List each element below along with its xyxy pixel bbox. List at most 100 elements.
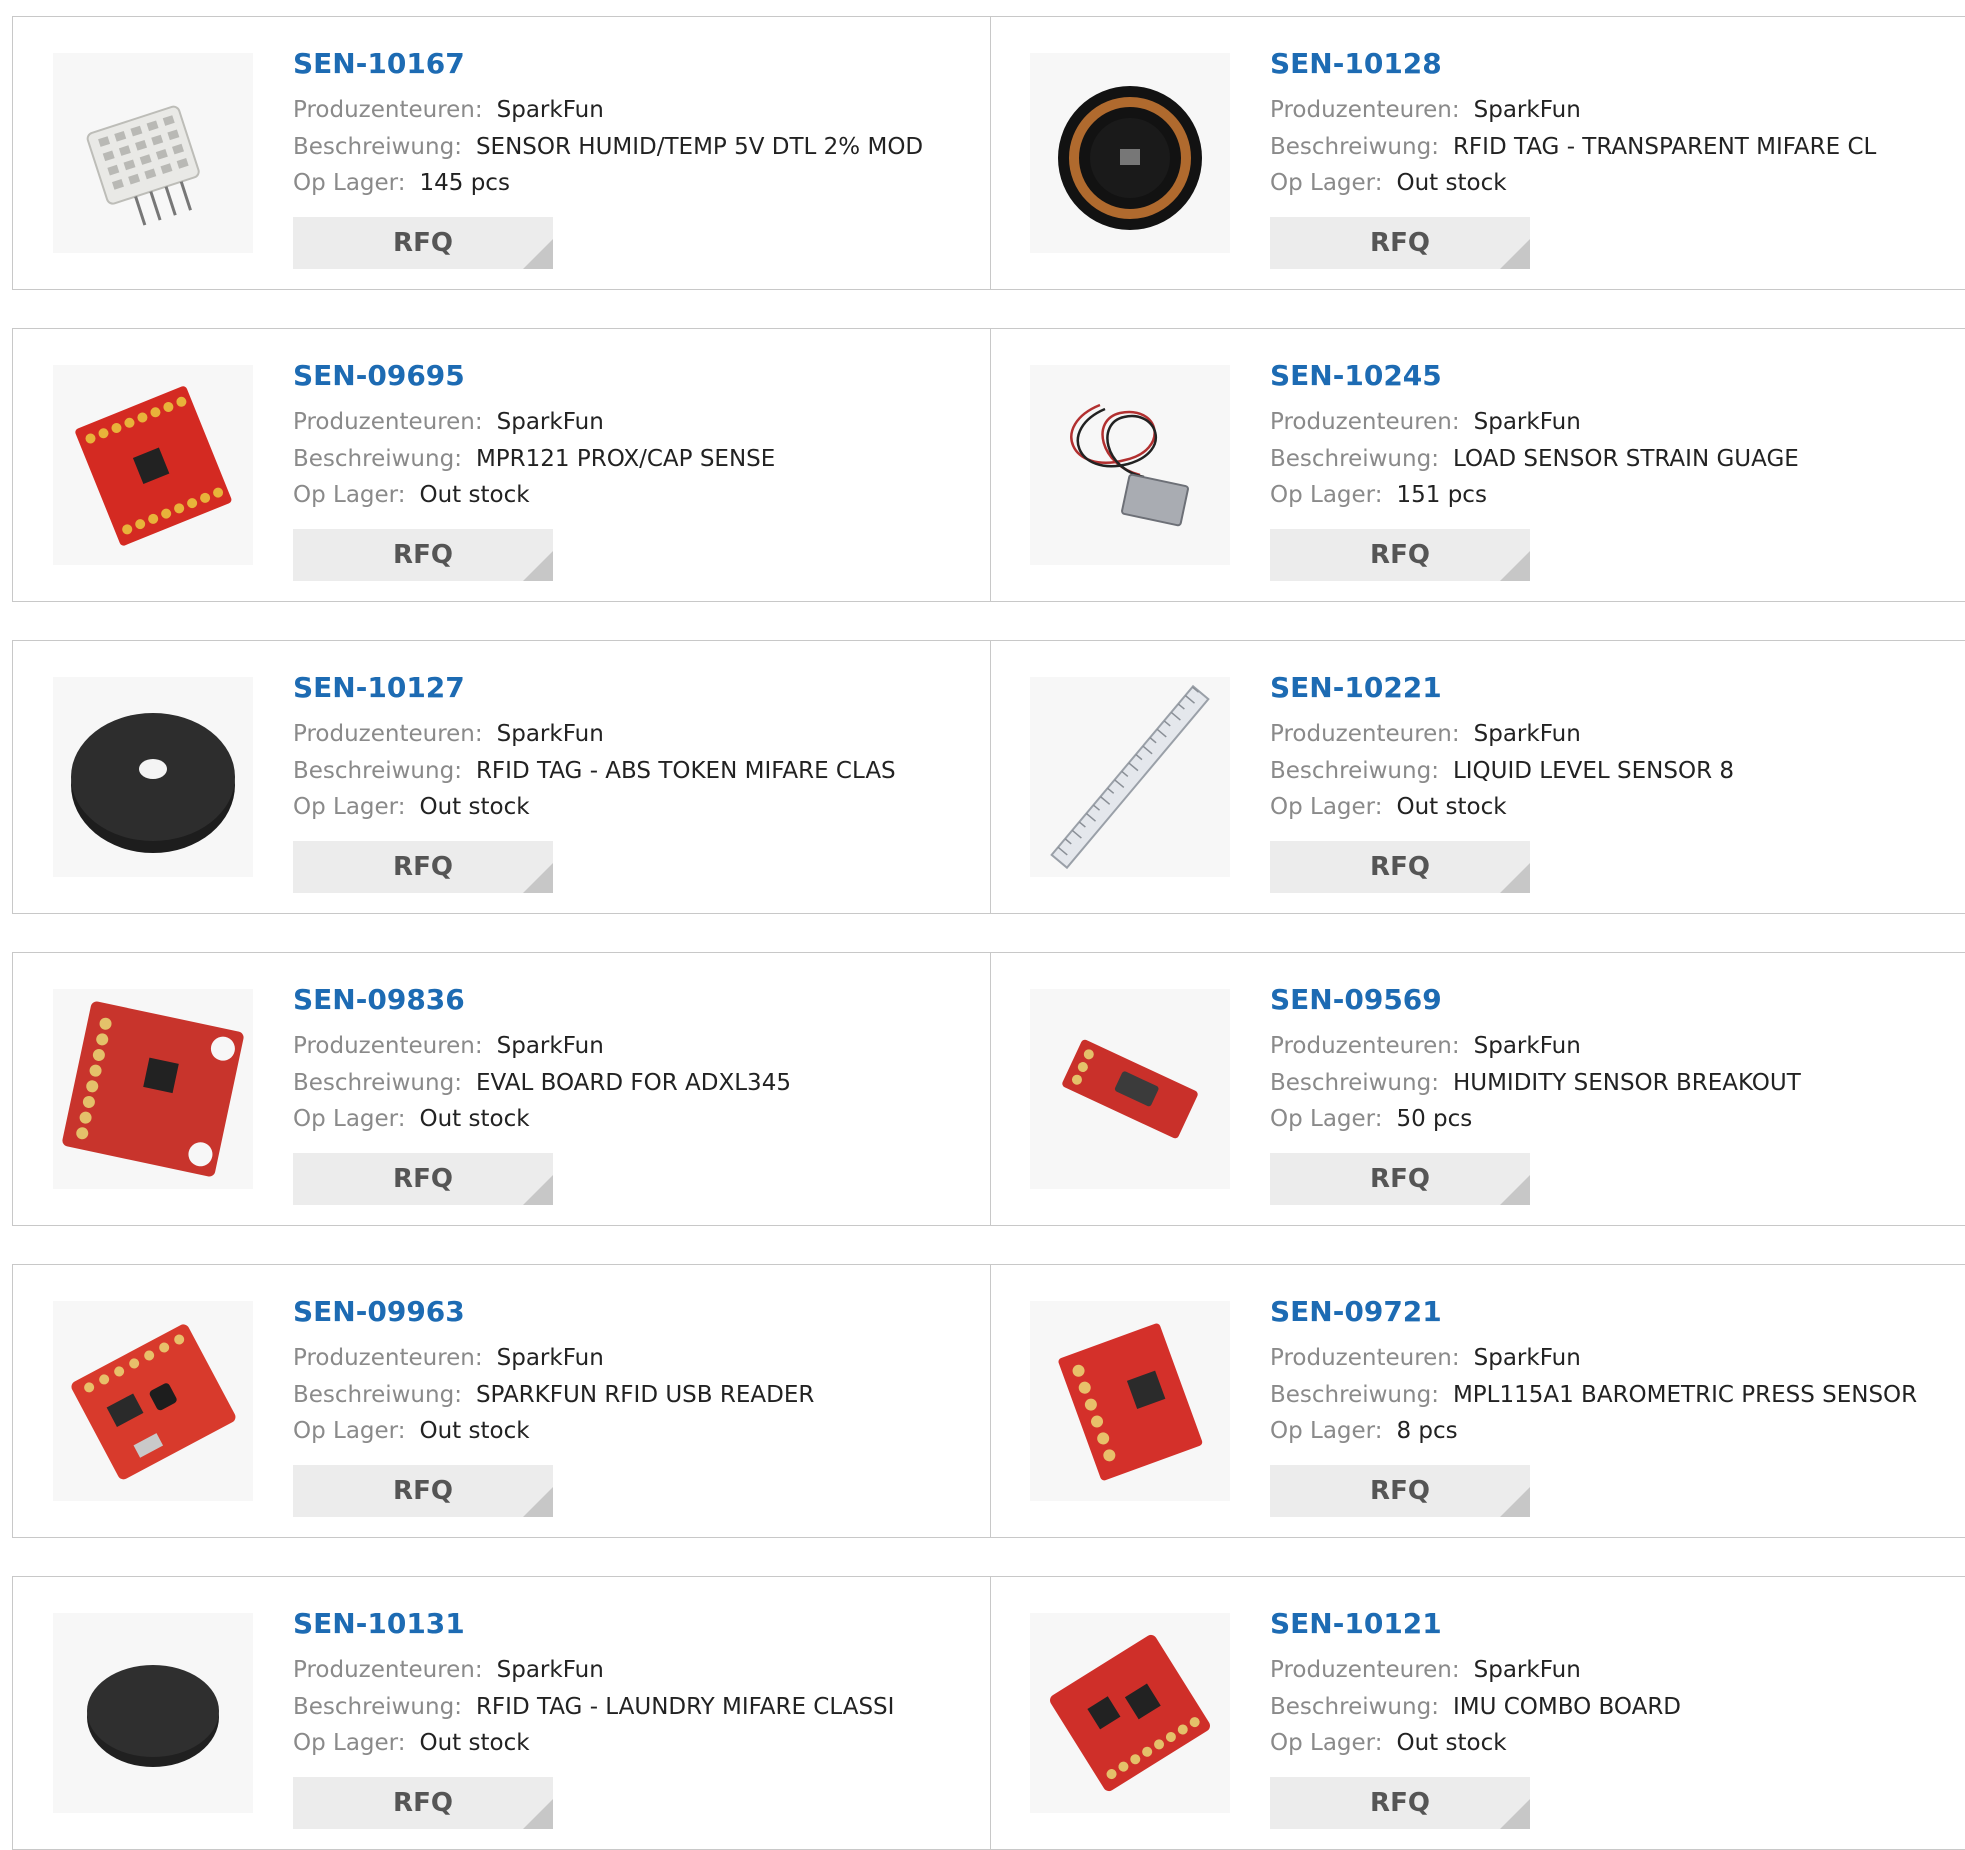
product-row: SEN-10127 Produzenteuren: SparkFun Beschr… [12, 640, 1965, 914]
product-image[interactable] [53, 989, 253, 1189]
product-image[interactable] [53, 1613, 253, 1813]
rfq-button[interactable]: RFQ [1270, 1777, 1530, 1829]
description-value: RFID TAG - TRANSPARENT MIFARE CL [1452, 134, 1877, 160]
manufacturer-row: Produzenteuren: SparkFun [293, 721, 604, 747]
rfid-laundry-tag-icon [87, 1665, 219, 1767]
imu-board-icon [1050, 1634, 1210, 1792]
description-label: Beschreiwung: [293, 134, 462, 160]
description-row: Beschreiwung: MPR121 PROX/CAP SENSE [293, 446, 775, 472]
manufacturer-label: Produzenteuren: [1270, 1657, 1460, 1683]
stock-value: 151 pcs [1396, 482, 1487, 508]
rfq-button[interactable]: RFQ [1270, 1153, 1530, 1205]
manufacturer-row: Produzenteuren: SparkFun [293, 1345, 604, 1371]
product-card: SEN-10131 Produzenteuren: SparkFun Beschr… [13, 1577, 991, 1849]
rfq-button[interactable]: RFQ [293, 841, 553, 893]
manufacturer-row: Produzenteuren: SparkFun [1270, 1657, 1581, 1683]
product-card: SEN-10127 Produzenteuren: SparkFun Beschr… [13, 641, 991, 913]
stock-label: Op Lager: [293, 1418, 406, 1444]
part-number-link[interactable]: SEN-10128 [1270, 47, 1442, 80]
rfq-button[interactable]: RFQ [293, 1777, 553, 1829]
description-value: SENSOR HUMID/TEMP 5V DTL 2% MOD [475, 134, 924, 160]
rfq-button[interactable]: RFQ [293, 1153, 553, 1205]
stock-label: Op Lager: [1270, 1106, 1383, 1132]
product-row: SEN-09963 Produzenteuren: SparkFun Beschr… [12, 1264, 1965, 1538]
description-label: Beschreiwung: [293, 1382, 462, 1408]
rfid-usb-reader-icon [71, 1324, 236, 1480]
stock-row: Op Lager: Out stock [293, 1730, 530, 1756]
part-number-link[interactable]: SEN-09836 [293, 983, 465, 1016]
manufacturer-value: SparkFun [496, 1657, 604, 1683]
product-image[interactable] [53, 365, 253, 565]
product-card: SEN-10221 Produzenteuren: SparkFun Beschr… [990, 641, 1965, 913]
product-image[interactable] [1030, 1613, 1230, 1813]
manufacturer-row: Produzenteuren: SparkFun [293, 1033, 604, 1059]
humidity-sensor-module-icon [86, 105, 200, 226]
part-number-link[interactable]: SEN-10127 [293, 671, 465, 704]
part-number-link[interactable]: SEN-10221 [1270, 671, 1442, 704]
stock-row: Op Lager: Out stock [1270, 794, 1507, 820]
stock-value: Out stock [1396, 1730, 1507, 1756]
stock-value: Out stock [1396, 794, 1507, 820]
manufacturer-row: Produzenteuren: SparkFun [1270, 1345, 1581, 1371]
rfid-coil-tag-icon [1058, 86, 1202, 230]
description-value: IMU COMBO BOARD [1452, 1694, 1682, 1720]
part-number-link[interactable]: SEN-09695 [293, 359, 465, 392]
manufacturer-value: SparkFun [496, 409, 604, 435]
part-number-link[interactable]: SEN-09963 [293, 1295, 465, 1328]
product-row: SEN-10167 Produzenteuren: SparkFun Beschr… [12, 16, 1965, 290]
product-card: SEN-10167 Produzenteuren: SparkFun Beschr… [13, 17, 991, 289]
stock-row: Op Lager: Out stock [293, 1418, 530, 1444]
manufacturer-value: SparkFun [496, 1033, 604, 1059]
part-number-link[interactable]: SEN-10167 [293, 47, 465, 80]
rfq-button[interactable]: RFQ [1270, 841, 1530, 893]
description-label: Beschreiwung: [293, 1070, 462, 1096]
product-image[interactable] [1030, 365, 1230, 565]
manufacturer-row: Produzenteuren: SparkFun [293, 97, 604, 123]
product-image[interactable] [53, 53, 253, 253]
description-row: Beschreiwung: MPL115A1 BAROMETRIC PRESS S… [1270, 1382, 1917, 1408]
description-value: LOAD SENSOR STRAIN GUAGE [1452, 446, 1799, 472]
manufacturer-row: Produzenteuren: SparkFun [293, 409, 604, 435]
manufacturer-value: SparkFun [1473, 1657, 1581, 1683]
part-number-link[interactable]: SEN-10245 [1270, 359, 1442, 392]
manufacturer-row: Produzenteuren: SparkFun [1270, 409, 1581, 435]
manufacturer-label: Produzenteuren: [293, 1033, 483, 1059]
manufacturer-label: Produzenteuren: [1270, 409, 1460, 435]
description-value: HUMIDITY SENSOR BREAKOUT [1452, 1070, 1801, 1096]
stock-value: Out stock [419, 1418, 530, 1444]
product-image[interactable] [1030, 989, 1230, 1189]
product-image[interactable] [53, 1301, 253, 1501]
product-image[interactable] [1030, 677, 1230, 877]
rfq-button[interactable]: RFQ [293, 1465, 553, 1517]
description-row: Beschreiwung: RFID TAG - ABS TOKEN MIFARE… [293, 758, 896, 784]
manufacturer-value: SparkFun [1473, 97, 1581, 123]
stock-row: Op Lager: Out stock [293, 1106, 530, 1132]
description-row: Beschreiwung: RFID TAG - LAUNDRY MIFARE C… [293, 1694, 894, 1720]
part-number-link[interactable]: SEN-10121 [1270, 1607, 1442, 1640]
description-value: MPR121 PROX/CAP SENSE [475, 446, 776, 472]
stock-label: Op Lager: [293, 170, 406, 196]
part-number-link[interactable]: SEN-10131 [293, 1607, 465, 1640]
description-label: Beschreiwung: [293, 758, 462, 784]
rfq-button[interactable]: RFQ [1270, 529, 1530, 581]
rfq-button[interactable]: RFQ [293, 217, 553, 269]
rfid-token-icon [71, 713, 235, 853]
product-image[interactable] [1030, 53, 1230, 253]
product-card: SEN-09836 Produzenteuren: SparkFun Beschr… [13, 953, 991, 1225]
product-card: SEN-09569 Produzenteuren: SparkFun Beschr… [990, 953, 1965, 1225]
product-image[interactable] [53, 677, 253, 877]
stock-row: Op Lager: 151 pcs [1270, 482, 1487, 508]
stock-value: 145 pcs [419, 170, 510, 196]
description-value: SPARKFUN RFID USB READER [475, 1382, 815, 1408]
description-row: Beschreiwung: LOAD SENSOR STRAIN GUAGE [1270, 446, 1799, 472]
accelerometer-board-icon [62, 1001, 244, 1177]
barometric-board-icon [1058, 1323, 1203, 1481]
rfq-button[interactable]: RFQ [1270, 1465, 1530, 1517]
rfq-button[interactable]: RFQ [1270, 217, 1530, 269]
part-number-link[interactable]: SEN-09569 [1270, 983, 1442, 1016]
part-number-link[interactable]: SEN-09721 [1270, 1295, 1442, 1328]
rfq-button[interactable]: RFQ [293, 529, 553, 581]
stock-value: Out stock [419, 1730, 530, 1756]
description-label: Beschreiwung: [1270, 134, 1439, 160]
product-image[interactable] [1030, 1301, 1230, 1501]
